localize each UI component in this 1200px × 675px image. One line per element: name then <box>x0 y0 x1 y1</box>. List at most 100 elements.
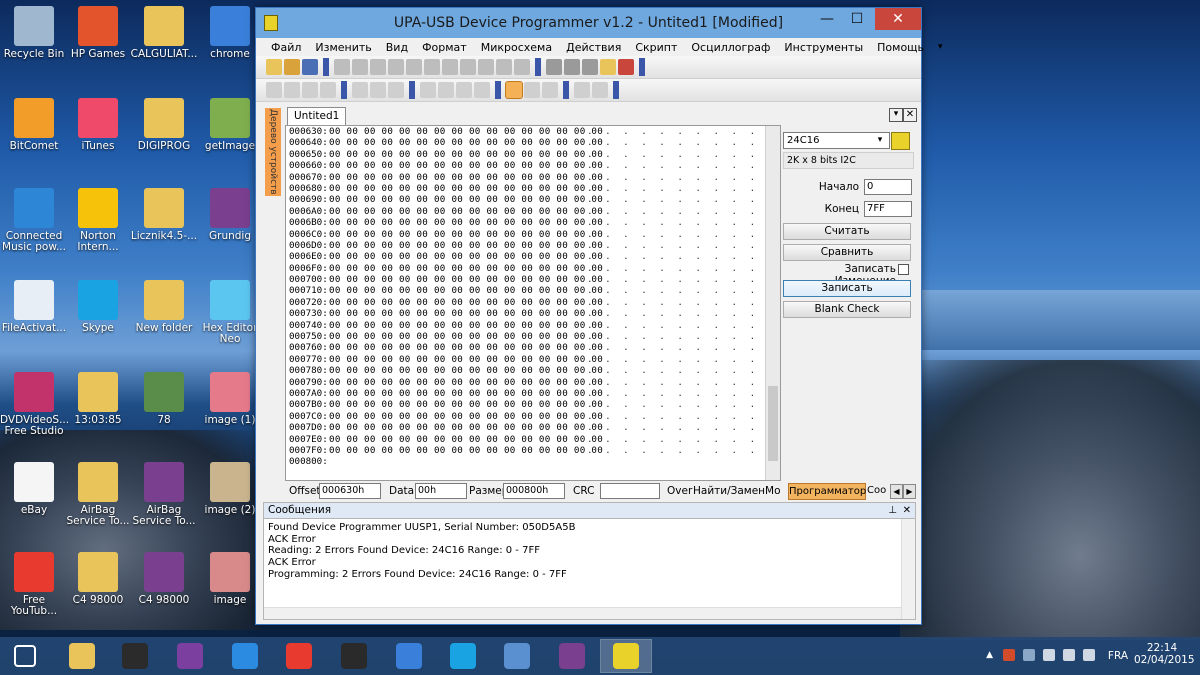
hex-ascii[interactable]: . . . . . . . . . . . . . . . . <box>587 399 780 410</box>
write-button[interactable]: Записать <box>783 280 911 297</box>
menu-item[interactable]: Файл <box>264 41 308 54</box>
start-input[interactable]: 0 <box>864 179 912 195</box>
taskbar-button[interactable] <box>57 640 107 672</box>
desktop-icon[interactable]: Free YouTub... <box>0 552 68 617</box>
hex-ascii[interactable]: . . . . . . . . . . . . . . . . <box>587 411 780 422</box>
hex-ascii[interactable]: . . . . . . . . . . . . . . . . <box>587 434 780 445</box>
chip-select-icon[interactable] <box>600 59 616 75</box>
hex-ascii[interactable]: . . . . . . . . . . . . . . . . <box>587 126 780 137</box>
taskbar-button[interactable] <box>110 640 160 672</box>
crc-field[interactable] <box>600 483 660 499</box>
hex-row[interactable]: 000650:00 00 00 00 00 00 00 00 00 00 00 … <box>286 149 780 160</box>
desktop-icon[interactable]: Recycle Bin <box>0 6 68 60</box>
redo-icon[interactable] <box>352 59 368 75</box>
hex-bytes[interactable]: 00 00 00 00 00 00 00 00 00 00 00 00 00 0… <box>329 422 603 433</box>
desktop-icon[interactable]: C4 98000 <box>64 552 132 606</box>
desktop-icon[interactable]: Grundig <box>196 188 264 242</box>
read-button[interactable]: Считать <box>783 223 911 240</box>
desktop-icon[interactable]: image (1) <box>196 372 264 426</box>
tray-flag-icon[interactable] <box>1023 649 1035 661</box>
hex-ascii[interactable]: . . . . . . . . . . . . . . . . <box>587 342 780 353</box>
hex-bytes[interactable]: 00 00 00 00 00 00 00 00 00 00 00 00 00 0… <box>329 172 603 183</box>
find-next-icon[interactable] <box>460 59 476 75</box>
menu-item[interactable]: Инструменты <box>777 41 870 54</box>
language-indicator[interactable]: FRA <box>1108 650 1128 662</box>
menu-item[interactable]: Помощь <box>870 41 931 54</box>
hex-ascii[interactable]: . . . . . . . . . . . . . . . . <box>587 308 780 319</box>
scroll-thumb[interactable] <box>768 386 778 461</box>
hex-row[interactable]: 000680:00 00 00 00 00 00 00 00 00 00 00 … <box>286 183 780 194</box>
hex-bytes[interactable]: 00 00 00 00 00 00 00 00 00 00 00 00 00 0… <box>329 217 603 228</box>
desktop-icon[interactable]: chrome <box>196 6 264 60</box>
chip-icon[interactable] <box>564 59 580 75</box>
close-panel-icon[interactable]: ✕ <box>903 503 911 518</box>
hex-ascii[interactable]: . . . . . . . . . . . . . . . . <box>587 422 780 433</box>
tray-usb-icon[interactable] <box>1043 649 1055 661</box>
messages-hscroll[interactable] <box>264 607 901 619</box>
hex-ascii[interactable]: . . . . . . . . . . . . . . . . <box>587 194 780 205</box>
menu-item[interactable]: Изменить <box>308 41 378 54</box>
document-icon[interactable] <box>478 59 494 75</box>
arrow-icon[interactable] <box>302 82 318 98</box>
hex-row[interactable]: 0006E0:00 00 00 00 00 00 00 00 00 00 00 … <box>286 251 780 262</box>
desktop-icon[interactable]: Norton Intern... <box>64 188 132 253</box>
hex-bytes[interactable]: 00 00 00 00 00 00 00 00 00 00 00 00 00 0… <box>329 126 603 137</box>
insert-icon[interactable] <box>496 59 512 75</box>
hex-bytes[interactable]: 00 00 00 00 00 00 00 00 00 00 00 00 00 0… <box>329 377 603 388</box>
hex-ascii[interactable]: . . . . . . . . . . . . . . . . <box>587 388 780 399</box>
hex-bytes[interactable]: 00 00 00 00 00 00 00 00 00 00 00 00 00 0… <box>329 399 603 410</box>
hex-row[interactable]: 000720:00 00 00 00 00 00 00 00 00 00 00 … <box>286 297 780 308</box>
hex-row[interactable]: 000710:00 00 00 00 00 00 00 00 00 00 00 … <box>286 285 780 296</box>
hex-bytes[interactable]: 00 00 00 00 00 00 00 00 00 00 00 00 00 0… <box>329 354 603 365</box>
find-replace-tab[interactable]: Найти/ЗаменМонит <box>693 485 781 497</box>
open-file-icon[interactable] <box>284 59 300 75</box>
hex-bytes[interactable]: 00 00 00 00 00 00 00 00 00 00 00 00 00 0… <box>329 160 603 171</box>
taskbar-button[interactable] <box>165 640 215 672</box>
desktop-icon[interactable]: FileActivat... <box>0 280 68 334</box>
taskbar-button[interactable] <box>547 640 597 672</box>
tab-programmer[interactable]: Программатор <box>788 483 866 500</box>
play-icon[interactable] <box>574 82 590 98</box>
hex-bytes[interactable]: 00 00 00 00 00 00 00 00 00 00 00 00 00 0… <box>329 331 603 342</box>
hex-ascii[interactable]: . . . . . . . . . . . . . . . . <box>587 297 780 308</box>
hex-ascii[interactable]: . . . . . . . . . . . . . . . . <box>587 229 780 240</box>
hex-row[interactable]: 0006D0:00 00 00 00 00 00 00 00 00 00 00 … <box>286 240 780 251</box>
hex-ascii[interactable]: . . . . . . . . . . . . . . . . <box>587 160 780 171</box>
compare-button[interactable]: Сравнить <box>783 244 911 261</box>
hex-bytes[interactable]: 00 00 00 00 00 00 00 00 00 00 00 00 00 0… <box>329 342 603 353</box>
format-icon[interactable] <box>370 82 386 98</box>
size-field[interactable]: 000800h <box>503 483 565 499</box>
hex-ascii[interactable]: . . . . . . . . . . . . . . . . <box>587 354 780 365</box>
arrow-icon[interactable] <box>284 82 300 98</box>
menu-item[interactable]: Вид <box>379 41 415 54</box>
hex-row[interactable]: 000630:00 00 00 00 00 00 00 00 00 00 00 … <box>286 126 780 137</box>
clock[interactable]: 22:14 02/04/2015 <box>1134 642 1195 666</box>
device-tree-tab[interactable]: Дерево устройств <box>265 108 281 196</box>
hex-bytes[interactable]: 00 00 00 00 00 00 00 00 00 00 00 00 00 0… <box>329 251 603 262</box>
desktop-icon[interactable]: eBay <box>0 462 68 516</box>
desktop-icon[interactable]: 78 <box>130 372 198 426</box>
hex-bytes[interactable]: 00 00 00 00 00 00 00 00 00 00 00 00 00 0… <box>329 445 603 456</box>
hex-ascii[interactable]: . . . . . . . . . . . . . . . . <box>587 251 780 262</box>
taskbar-button[interactable] <box>492 640 542 672</box>
hex-editor[interactable]: 000630:00 00 00 00 00 00 00 00 00 00 00 … <box>285 125 781 481</box>
save-icon[interactable] <box>302 59 318 75</box>
hex-row[interactable]: 0007B0:00 00 00 00 00 00 00 00 00 00 00 … <box>286 399 780 410</box>
desktop-icon[interactable]: HP Games <box>64 6 132 60</box>
taskbar-button[interactable] <box>0 640 50 672</box>
align-icon[interactable] <box>456 82 472 98</box>
find-icon[interactable] <box>442 59 458 75</box>
tray-antivirus-icon[interactable] <box>1003 649 1015 661</box>
grid-icon[interactable] <box>546 59 562 75</box>
zoom-icon[interactable] <box>524 82 540 98</box>
refresh-icon[interactable] <box>514 59 530 75</box>
menu-item[interactable]: Скрипт <box>628 41 684 54</box>
hex-row[interactable]: 000690:00 00 00 00 00 00 00 00 00 00 00 … <box>286 194 780 205</box>
hex-row[interactable]: 000730:00 00 00 00 00 00 00 00 00 00 00 … <box>286 308 780 319</box>
hex-ascii[interactable]: . . . . . . . . . . . . . . . . <box>587 365 780 376</box>
desktop-icon[interactable]: DVDVideoS... Free Studio <box>0 372 69 437</box>
desktop-icon[interactable]: Connected Music pow... <box>0 188 68 253</box>
blank-check-button[interactable]: Blank Check <box>783 301 911 318</box>
hex-ascii[interactable]: . . . . . . . . . . . . . . . . <box>587 172 780 183</box>
hex-bytes[interactable]: 00 00 00 00 00 00 00 00 00 00 00 00 00 0… <box>329 183 603 194</box>
